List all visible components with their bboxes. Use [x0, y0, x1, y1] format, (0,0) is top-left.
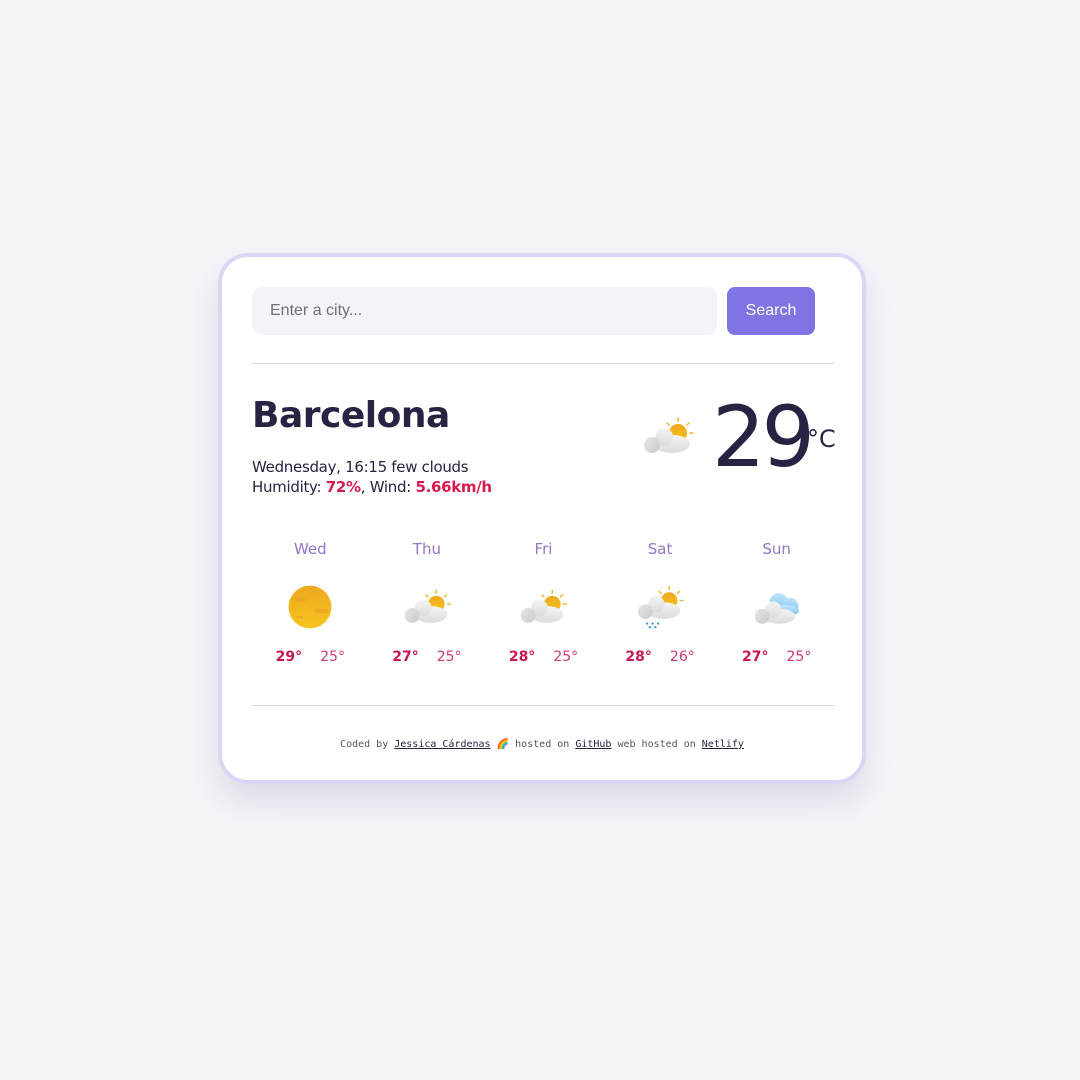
footer-web-hosted-on: web hosted on [617, 739, 696, 750]
forecast-day-name: Sun [762, 540, 791, 558]
city-name: Barcelona [252, 395, 450, 436]
forecast-day-name: Fri [534, 540, 553, 558]
few-clouds-icon [640, 415, 696, 457]
divider [252, 705, 835, 706]
few-clouds-icon [401, 587, 453, 627]
footer: Coded by Jessica Cárdenas 🌈 hosted on Gi… [222, 739, 862, 750]
divider [252, 363, 835, 364]
forecast-max-temp: 28° [508, 649, 536, 665]
forecast-day-name: Thu [412, 540, 441, 558]
forecast-min-temp: 26° [669, 649, 695, 665]
forecast-max-temp: 29° [275, 649, 303, 665]
forecast-day: Wed 29° 25° [252, 539, 369, 665]
forecast-min-temp: 25° [786, 649, 812, 665]
date-description-line: Wednesday, 16:15 few clouds [252, 457, 492, 477]
wind-value: 5.66km/h [415, 478, 492, 496]
current-details: Wednesday, 16:15 few clouds Humidity: 72… [252, 457, 492, 497]
search-button[interactable]: Search [727, 287, 815, 335]
author-link[interactable]: Jessica Cárdenas [394, 739, 490, 750]
netlify-link[interactable]: Netlify [702, 739, 744, 750]
temperature-unit-celsius[interactable]: °C [807, 425, 836, 453]
github-link[interactable]: GitHub [575, 739, 611, 750]
footer-coded-by: Coded by [340, 739, 389, 750]
forecast-day: Fri 28° 25° [485, 539, 602, 665]
wind-label: Wind: [369, 478, 412, 496]
broken-clouds-icon [751, 587, 803, 627]
forecast-day: Sun 27° 25° [718, 539, 835, 665]
forecast-max-temp: 27° [392, 649, 419, 665]
day-time: Wednesday, 16:15 [252, 458, 387, 476]
forecast-day: Thu 27° 25° [369, 539, 486, 665]
rainbow-icon: 🌈 [496, 739, 510, 750]
forecast-day: Sat 28° 26° [602, 539, 719, 665]
clear-sky-icon [285, 582, 335, 632]
current-temperature: 29 [712, 388, 815, 486]
weather-description: few clouds [391, 458, 469, 476]
humidity-value: 72% [325, 478, 361, 496]
city-search-input[interactable] [252, 287, 717, 335]
forecast-min-temp: 25° [320, 649, 345, 665]
forecast-max-temp: 28° [625, 649, 652, 665]
forecast-min-temp: 25° [553, 649, 579, 665]
footer-hosted-on: hosted on [515, 739, 570, 750]
weather-card: Search Barcelona Wednesday, 16:15 few cl… [218, 253, 866, 784]
forecast: Wed 29° 25° Thu 27° 25° Fri 28° 25° Sat [252, 539, 835, 665]
humidity-wind-line: Humidity: 72%, Wind: 5.66km/h [252, 478, 492, 496]
search-form: Search [252, 287, 815, 335]
few-clouds-icon [517, 587, 569, 627]
light-rain-icon [634, 584, 686, 630]
humidity-label: Humidity: [252, 478, 322, 496]
forecast-day-name: Sat [647, 540, 673, 558]
forecast-min-temp: 25° [436, 649, 462, 665]
forecast-max-temp: 27° [742, 649, 769, 665]
forecast-day-name: Wed [293, 540, 327, 558]
